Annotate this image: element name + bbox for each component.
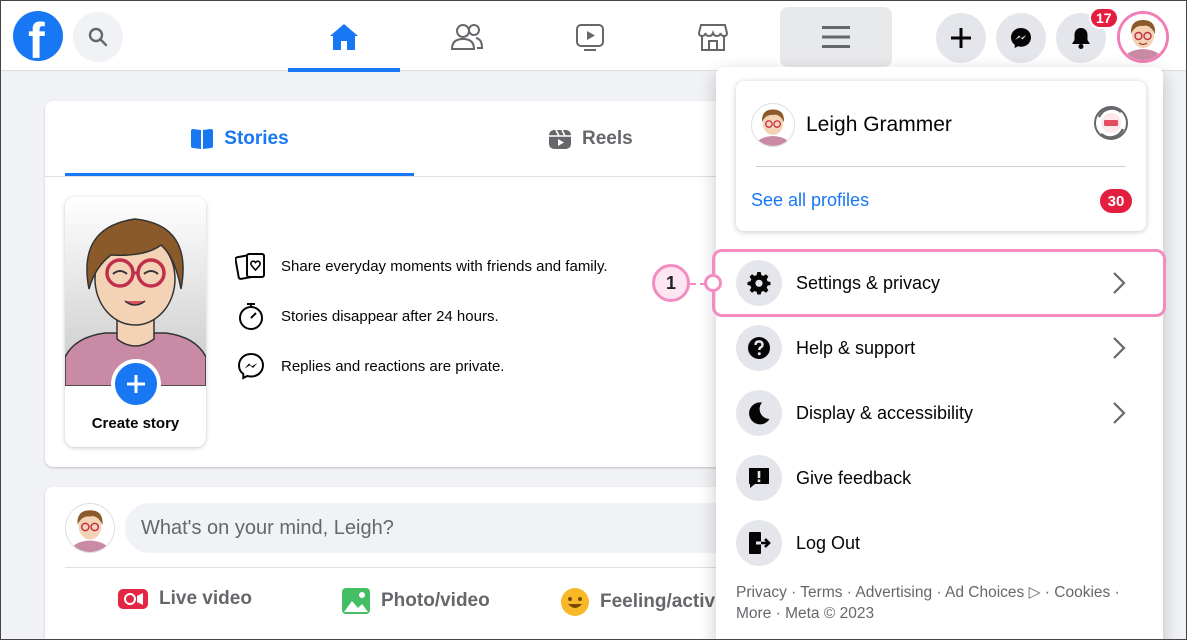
live-video-label: Live video: [159, 588, 252, 609]
feedback-icon: [736, 455, 782, 501]
step-callout-badge: 1: [652, 264, 690, 302]
reels-icon: [549, 129, 571, 149]
plus-icon: [951, 28, 971, 48]
top-navigation-bar: f 17: [1, 1, 1186, 72]
composer-divider: [65, 567, 725, 568]
profile-divider: [756, 166, 1126, 167]
facebook-logo[interactable]: f: [13, 11, 63, 61]
footer-links[interactable]: Privacy · Terms · Advertising · Ad Choic…: [736, 582, 1136, 624]
nav-friends[interactable]: [411, 7, 523, 67]
friends-icon: [450, 24, 484, 50]
photo-video-label: Photo/video: [381, 590, 490, 611]
photo-video-button[interactable]: Photo/video: [341, 587, 490, 615]
moon-icon: [736, 390, 782, 436]
search-button[interactable]: [73, 12, 123, 62]
stories-info-text: Replies and reactions are private.: [281, 357, 505, 375]
post-composer-card: What's on your mind, Leigh? Live video P…: [45, 487, 765, 640]
menu-item-label: Help & support: [796, 337, 916, 358]
avatar-illustration: [752, 104, 794, 146]
menu-item-display-accessibility[interactable]: Display & accessibility: [728, 385, 1151, 441]
menu-item-label: Display & accessibility: [796, 402, 974, 423]
stories-info-row: Share everyday moments with friends and …: [235, 251, 608, 281]
footer-links-line[interactable]: Privacy · Terms · Advertising · Ad Choic…: [736, 582, 1136, 603]
create-story-plus-button[interactable]: [111, 359, 161, 409]
tab-stories-label: Stories: [224, 127, 289, 149]
photo-icon: [342, 588, 370, 614]
cards-heart-icon: [235, 253, 265, 280]
create-button[interactable]: [936, 13, 986, 63]
tab-reels-label: Reels: [582, 127, 633, 149]
tab-reels[interactable]: Reels: [414, 101, 745, 176]
menu-item-label: Log Out: [796, 532, 861, 553]
marketplace-icon: [697, 24, 729, 51]
menu-item-help-support[interactable]: Help & support: [728, 320, 1151, 376]
smiley-icon: [561, 588, 589, 616]
chevron-right-icon: [1113, 402, 1126, 424]
nav-menu[interactable]: [780, 7, 892, 67]
avatar-illustration: [1120, 14, 1166, 60]
account-avatar[interactable]: [1117, 11, 1169, 63]
create-story-label: Create story: [91, 415, 180, 432]
callout-dot: [704, 274, 722, 292]
notification-badge: 17: [1089, 7, 1119, 29]
stories-info-row: Stories disappear after 24 hours.: [235, 301, 499, 331]
logout-icon: [736, 520, 782, 566]
book-icon: [191, 128, 214, 149]
nav-home[interactable]: [288, 7, 400, 72]
stories-info-text: Stories disappear after 24 hours.: [281, 307, 499, 325]
see-all-profiles-link[interactable]: See all profiles: [751, 190, 869, 211]
stopwatch-icon: [239, 303, 263, 330]
footer-links-line[interactable]: More · Meta © 2023: [736, 603, 1136, 624]
live-video-button[interactable]: Live video: [117, 587, 252, 611]
account-menu-dropdown: Leigh Grammer See all profiles 30 Settin…: [712, 67, 1166, 640]
composer-avatar[interactable]: [65, 503, 115, 553]
plus-icon: [127, 375, 145, 393]
switch-profile-icon[interactable]: [1091, 103, 1131, 143]
feeling-activity-label: Feeling/activi: [600, 591, 721, 612]
search-icon: [88, 27, 108, 47]
menu-icon: [822, 26, 850, 48]
nav-marketplace[interactable]: [657, 7, 769, 67]
home-icon: [330, 24, 358, 50]
avatar-illustration: [66, 504, 114, 552]
messenger-icon: [1011, 28, 1031, 48]
menu-item-log-out[interactable]: Log Out: [728, 515, 1151, 571]
profile-name[interactable]: Leigh Grammer: [806, 113, 952, 137]
watch-icon: [576, 24, 604, 51]
profile-card: Leigh Grammer See all profiles 30: [736, 81, 1146, 231]
profiles-count-badge: 30: [1100, 189, 1132, 213]
stories-card: Stories Reels Create story Share everyda…: [45, 101, 745, 467]
create-story-card[interactable]: Create story: [65, 197, 206, 447]
story-avatar-image: [65, 197, 206, 387]
stories-info-row: Replies and reactions are private.: [235, 351, 504, 381]
feeling-activity-button[interactable]: Feeling/activi: [560, 587, 720, 617]
chevron-right-icon: [1113, 337, 1126, 359]
question-icon: [736, 325, 782, 371]
messenger-button[interactable]: [996, 13, 1046, 63]
live-video-icon: [118, 589, 148, 609]
messenger-icon: [237, 352, 265, 380]
tab-stories[interactable]: Stories: [65, 101, 414, 176]
settings-highlight-box: [712, 249, 1166, 317]
composer-input[interactable]: What's on your mind, Leigh?: [125, 503, 765, 553]
tabs-divider: [45, 176, 745, 177]
menu-item-label: Give feedback: [796, 467, 912, 488]
nav-watch[interactable]: [534, 7, 646, 67]
bell-icon: [1072, 28, 1090, 49]
stories-info-text: Share everyday moments with friends and …: [281, 257, 608, 275]
menu-item-give-feedback[interactable]: Give feedback: [728, 450, 1151, 506]
profile-avatar[interactable]: [751, 103, 795, 147]
